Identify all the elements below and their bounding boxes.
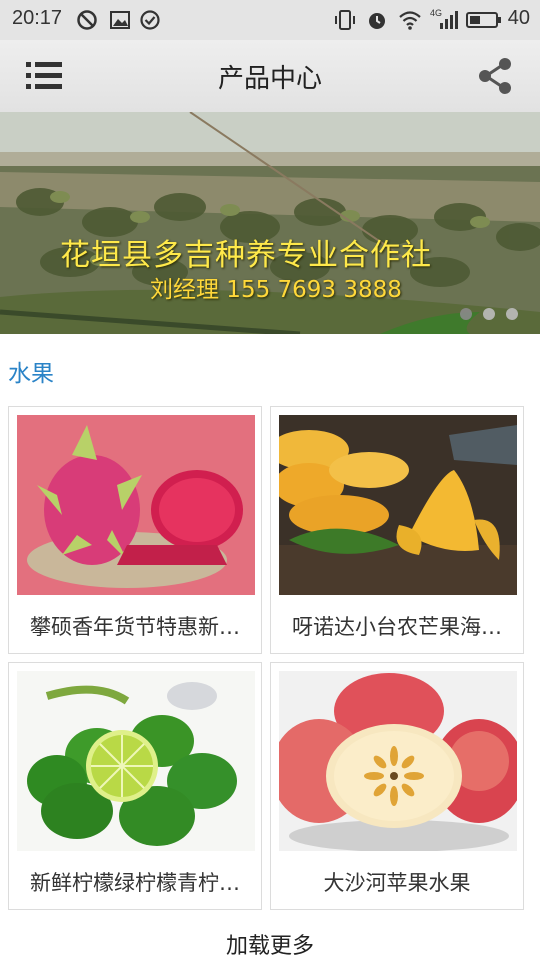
status-bar: 20:17 4G 40: [0, 0, 540, 40]
signal-icon: [440, 11, 458, 29]
do-not-disturb-icon: [77, 10, 97, 30]
product-image: [279, 415, 517, 595]
banner-carousel[interactable]: 花垣县多吉种养专业合作社 刘经理 155 7693 3888: [0, 112, 540, 334]
vibrate-icon: [335, 10, 355, 30]
share-icon[interactable]: [474, 54, 518, 98]
product-name: 呀诺达小台农芒果海…: [292, 615, 502, 639]
battery-level: 40: [507, 7, 530, 29]
product-card[interactable]: 新鲜柠檬绿柠檬青柠…: [8, 662, 262, 910]
check-circle-icon: [140, 10, 160, 30]
carousel-dot[interactable]: [482, 308, 495, 320]
carousel-dot[interactable]: [506, 308, 518, 320]
product-image: [279, 671, 517, 851]
product-card[interactable]: 大沙河苹果水果: [270, 662, 524, 910]
product-name: 大沙河苹果水果: [323, 871, 471, 895]
product-section: 水果 攀硕香年货节特惠新… 呀诺达小台农芒果海… 新鲜柠檬绿柠檬青柠… 大沙河苹…: [0, 334, 540, 960]
product-name: 新鲜柠檬绿柠檬青柠…: [30, 871, 240, 895]
product-card[interactable]: 攀硕香年货节特惠新…: [8, 406, 262, 654]
product-card[interactable]: 呀诺达小台农芒果海…: [270, 406, 524, 654]
wifi-icon: [399, 11, 421, 30]
status-time: 20:17: [12, 7, 63, 29]
carousel-indicator: [454, 305, 518, 324]
alarm-icon: [369, 13, 385, 29]
carousel-dot[interactable]: [459, 308, 472, 320]
load-more-button[interactable]: 加载更多: [0, 928, 540, 960]
app-bar: 产品中心: [0, 40, 540, 113]
battery-icon: [466, 12, 501, 28]
page-title: 产品中心: [217, 64, 322, 94]
banner-contact: 刘经理 155 7693 3888: [150, 277, 402, 303]
section-title[interactable]: 水果: [8, 354, 54, 388]
banner-caption: 花垣县多吉种养专业合作社: [60, 238, 432, 273]
product-image: [17, 415, 255, 595]
product-name: 攀硕香年货节特惠新…: [30, 615, 240, 639]
product-image: [17, 671, 255, 851]
gallery-icon: [110, 11, 130, 29]
